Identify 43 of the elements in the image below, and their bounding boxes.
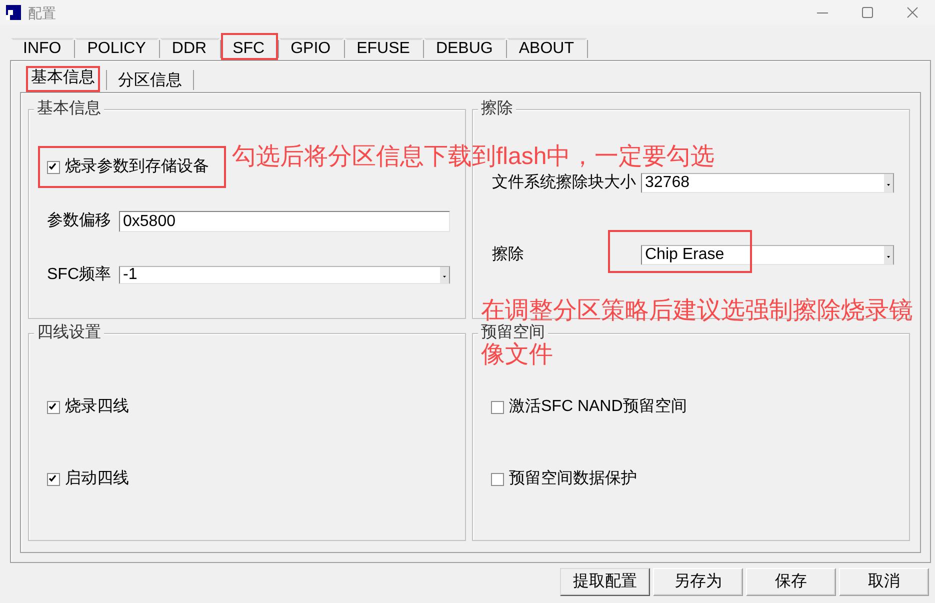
checkbox[interactable] — [47, 400, 60, 414]
field-label: 擦除 — [492, 245, 525, 265]
annotation-text: 像文件 — [481, 342, 553, 368]
tab[interactable]: POLICY — [75, 38, 159, 60]
dialog-button[interactable]: 提取配置 — [560, 568, 650, 596]
caret-icon[interactable] — [884, 174, 893, 192]
subtab[interactable]: 基本信息 — [26, 66, 100, 92]
checkbox-label: 烧录参数到存储设备 — [65, 157, 209, 177]
group-title: 擦除 — [478, 101, 516, 117]
group-title: 预留空间 — [478, 325, 548, 341]
text-field[interactable]: 0x5800 — [119, 210, 450, 232]
close-icon — [907, 7, 918, 18]
checkbox[interactable] — [47, 472, 60, 486]
field-label: 参数偏移 — [47, 211, 112, 231]
subtab[interactable]: 分区信息 — [113, 70, 187, 92]
caret-icon[interactable] — [440, 267, 449, 283]
field-label: SFC频率 — [47, 265, 112, 285]
app-icon — [6, 5, 21, 20]
minimize-icon — [817, 12, 828, 14]
group-title: 基本信息 — [34, 101, 104, 117]
checkbox-label: 激活SFC NAND预留空间 — [509, 397, 687, 417]
window-title: 配置 — [28, 4, 56, 22]
tab[interactable]: ABOUT — [506, 38, 587, 60]
dropdown-field[interactable]: 32768 — [641, 173, 894, 193]
group-title: 四线设置 — [34, 325, 104, 341]
tab[interactable]: DEBUG — [424, 38, 506, 60]
dialog-button[interactable]: 保存 — [746, 568, 836, 596]
dialog-button[interactable]: 取消 — [839, 568, 929, 596]
dropdown-field[interactable]: Chip Erase — [641, 245, 894, 265]
dropdown-field[interactable]: -1 — [119, 266, 450, 284]
checkbox-label: 启动四线 — [65, 469, 129, 489]
tab[interactable]: SFC — [220, 33, 278, 60]
checkbox[interactable] — [491, 472, 504, 486]
checkbox-label: 预留空间数据保护 — [509, 469, 637, 489]
dialog-button[interactable]: 另存为 — [653, 568, 743, 596]
annotation-text: 在调整分区策略后建议选强制擦除烧录镜 — [481, 298, 913, 324]
maximize-icon — [862, 7, 873, 18]
field-label: 文件系统擦除块大小 — [492, 173, 637, 193]
annotation-text: 勾选后将分区信息下载到flash中，一定要勾选 — [232, 144, 715, 170]
checkbox[interactable] — [47, 160, 60, 174]
checkbox-label: 烧录四线 — [65, 397, 129, 417]
checkbox[interactable] — [491, 400, 504, 414]
caret-icon[interactable] — [884, 246, 893, 264]
